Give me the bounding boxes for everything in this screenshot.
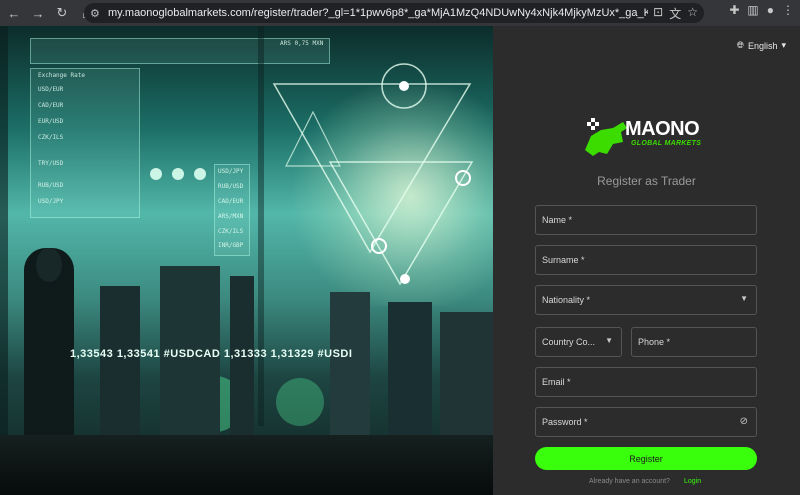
bull-logo-icon [585, 118, 627, 156]
hud-gauge-2 [172, 168, 184, 180]
floor [0, 435, 493, 495]
hud-triangle-lower [328, 161, 474, 286]
address-bar[interactable]: ⚙ my.maonoglobalmarkets.com/register/tra… [84, 3, 704, 23]
bookmark-star-icon[interactable]: ☆ [687, 5, 698, 22]
name-field[interactable]: Name * [535, 205, 757, 235]
hud-glow-ring-2 [276, 378, 324, 426]
hero-image: ARS 0,75 MXN Exchange Rate USD/EUR CAD/E… [0, 26, 493, 495]
email-field[interactable]: Email * [535, 367, 757, 397]
site-info-icon[interactable]: ⚙ [90, 7, 104, 20]
eye-off-icon[interactable]: ⊘ [740, 416, 748, 427]
nationality-label: Nationality * [542, 295, 591, 305]
building [100, 286, 140, 436]
ticker-text: 1,33543 1,33541 #USDCAD 1,31333 1,31329 … [70, 348, 353, 360]
url-text[interactable]: my.maonoglobalmarkets.com/register/trade… [108, 7, 648, 19]
building [440, 312, 493, 436]
language-selector[interactable]: 🌐︎ English ▾ [737, 40, 786, 51]
hud-gauge-1 [150, 168, 162, 180]
hud-gauge-3 [194, 168, 206, 180]
register-button[interactable]: Register [535, 447, 757, 470]
language-label: English [747, 40, 778, 51]
name-label: Name * [542, 215, 573, 225]
extensions-icon[interactable]: ✚ [729, 3, 739, 17]
logo-subtitle: GLOBAL MARKETS [631, 140, 702, 147]
maono-logo: MAONO GLOBAL MARKETS [583, 114, 713, 158]
surname-field[interactable]: Surname * [535, 245, 757, 275]
profile-icon[interactable]: ● [767, 3, 774, 17]
email-label: Email * [542, 377, 571, 387]
password-label: Password * [542, 417, 588, 427]
hud-triangle-top [272, 83, 472, 254]
menu-icon[interactable]: ⋮ [782, 3, 794, 17]
country-code-label: Country Co... [542, 337, 596, 347]
translate-icon[interactable]: 文 [669, 5, 681, 22]
register-panel: 🌐︎ English ▾ MAONO GLOBAL MARKETS Regist… [493, 26, 800, 495]
sidepanel-icon[interactable]: ▥ [747, 3, 758, 17]
logo-text: MAONO [625, 118, 700, 140]
window-frame-mid [258, 26, 264, 426]
reload-icon[interactable]: ↻ [52, 3, 72, 23]
window-frame-left [0, 26, 8, 446]
already-account-text: Already have an account? [589, 478, 670, 485]
caret-down-icon: ▼ [605, 336, 613, 345]
page-title: Register as Trader [597, 174, 696, 188]
building [388, 302, 432, 436]
caret-down-icon: ▾ [781, 40, 786, 50]
phone-label: Phone * [638, 337, 671, 347]
password-field[interactable]: Password * ⊘ [535, 407, 757, 437]
nationality-select[interactable]: Nationality * ▼ [535, 285, 757, 315]
install-icon[interactable]: ⊡ [653, 5, 663, 22]
country-code-select[interactable]: Country Co... ▼ [535, 327, 622, 357]
building [330, 292, 370, 436]
phone-field[interactable]: Phone * [631, 327, 757, 357]
hud-dot-bottom [400, 274, 410, 284]
forward-icon[interactable]: → [28, 3, 48, 23]
surname-label: Surname * [542, 255, 585, 265]
login-link[interactable]: Login [684, 478, 701, 485]
humanoid-head [36, 248, 62, 282]
caret-down-icon: ▼ [740, 294, 748, 303]
globe-icon: 🌐︎ [736, 40, 744, 50]
hud-dot-top [399, 81, 409, 91]
browser-toolbar: ← → ↻ ⌂ ⚙ my.maonoglobalmarkets.com/regi… [0, 0, 800, 26]
back-icon[interactable]: ← [4, 3, 24, 23]
